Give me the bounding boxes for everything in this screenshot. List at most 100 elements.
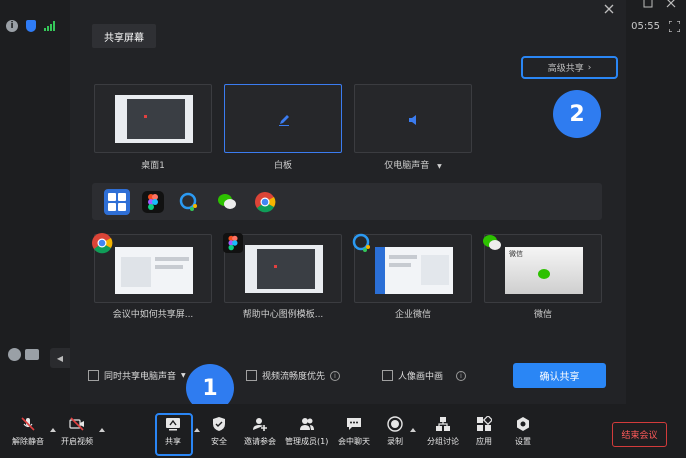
computer-audio-label: 仅电脑声音 xyxy=(384,161,430,171)
share-audio-checkbox[interactable] xyxy=(88,370,99,381)
manage-members-label: 管理成员(1) xyxy=(285,437,329,446)
share-tile-window-figma[interactable] xyxy=(223,233,342,303)
help-icon[interactable]: i xyxy=(456,370,467,381)
smooth-video-checkbox[interactable] xyxy=(246,370,257,381)
members-icon xyxy=(299,418,314,430)
share-audio-label: 同时共享电脑声音 xyxy=(104,372,177,382)
invite-button[interactable]: 邀请参会 xyxy=(244,416,276,447)
apps-button[interactable]: 应用 xyxy=(476,416,492,447)
emoji-icon[interactable] xyxy=(8,348,21,361)
share-tile-whiteboard[interactable] xyxy=(224,84,342,153)
caret-up-icon[interactable] xyxy=(50,428,56,432)
chat-label: 会中聊天 xyxy=(338,437,370,446)
caret-up-icon[interactable] xyxy=(99,428,105,432)
tile-label-window-figma: 帮助中心图例模板... xyxy=(242,310,324,320)
close-window-icon[interactable] xyxy=(666,0,676,11)
unmute-label: 解除静音 xyxy=(12,437,44,446)
option-portrait-pip[interactable]: 人像画中画 i xyxy=(382,369,467,382)
caret-up-icon[interactable] xyxy=(410,428,416,432)
chrome-window-thumbnail xyxy=(115,247,193,294)
shield-icon xyxy=(213,417,225,431)
security-button[interactable]: 安全 xyxy=(211,416,227,447)
advanced-share-button[interactable]: 高级共享 › xyxy=(521,56,618,79)
record-label: 录制 xyxy=(387,437,403,446)
shield-icon[interactable] xyxy=(26,20,36,32)
option-share-audio[interactable]: 同时共享电脑声音 ▼ xyxy=(88,369,186,382)
minimize-icon[interactable] xyxy=(643,0,653,11)
tile-label-window-chrome: 会议中如何共享屏... xyxy=(112,310,194,320)
advanced-share-label: 高级共享 xyxy=(547,64,584,74)
mic-muted-icon xyxy=(21,417,35,431)
settings-label: 设置 xyxy=(515,437,531,446)
share-button-highlight xyxy=(155,413,193,456)
tile-label-computer-audio[interactable]: 仅电脑声音 ▼ xyxy=(354,158,472,171)
collapse-panel-button[interactable]: ◀ xyxy=(50,348,70,368)
chrome-badge-icon xyxy=(92,233,113,254)
share-tile-window-wechat[interactable]: 微信 xyxy=(483,234,602,303)
caret-up-icon[interactable] xyxy=(194,428,200,432)
manage-members-button[interactable]: 管理成员(1) xyxy=(285,416,328,447)
all-apps-icon[interactable] xyxy=(104,189,130,215)
record-icon xyxy=(387,416,403,432)
unmute-button[interactable]: 解除静音 xyxy=(12,416,44,447)
share-screen-dialog: 共享屏幕 高级共享 › 桌面1 白板 仅电脑声音 ▼ 会议中如何共享屏... 帮… xyxy=(70,0,626,404)
wecom-icon[interactable] xyxy=(178,191,200,213)
desktop-thumbnail xyxy=(115,95,193,143)
tile-label-window-wechat: 微信 xyxy=(533,310,552,320)
chat-bubble-icon[interactable] xyxy=(25,349,39,360)
figma-icon[interactable] xyxy=(142,191,164,213)
share-tile-window-chrome[interactable] xyxy=(92,233,212,303)
chat-button[interactable]: 会中聊天 xyxy=(338,416,370,447)
breakout-button[interactable]: 分组讨论 xyxy=(427,416,459,447)
chrome-icon[interactable] xyxy=(254,191,276,213)
share-tile-computer-audio[interactable] xyxy=(354,84,472,153)
security-label: 安全 xyxy=(211,437,227,446)
wechat-badge-icon xyxy=(483,235,501,250)
speaker-icon xyxy=(409,115,416,125)
gear-icon xyxy=(517,417,529,431)
meeting-toolbar: 解除静音 开启视频 共享 安全 邀请参会 管理成员(1) 会中聊天 录制 分组讨… xyxy=(0,404,686,458)
tab-share-screen[interactable]: 共享屏幕 xyxy=(92,24,156,48)
share-tile-desktop[interactable] xyxy=(94,84,212,153)
pen-icon xyxy=(279,115,289,126)
option-smooth-video[interactable]: 视频流畅度优先 i xyxy=(246,369,341,382)
info-icon[interactable]: i xyxy=(6,20,18,32)
wechat-icon[interactable] xyxy=(216,191,238,213)
help-icon[interactable]: i xyxy=(330,370,341,381)
invite-label: 邀请参会 xyxy=(244,437,276,446)
side-controls xyxy=(8,348,39,361)
app-filter-bar xyxy=(92,183,602,220)
chevron-left-icon: ◀ xyxy=(56,353,64,363)
meeting-time: 05:55 xyxy=(631,21,660,32)
start-video-label: 开启视频 xyxy=(61,437,93,446)
caret-down-icon[interactable]: ▼ xyxy=(181,372,186,379)
fullscreen-icon[interactable] xyxy=(669,21,680,32)
wecom-badge-icon xyxy=(352,233,370,252)
breakout-label: 分组讨论 xyxy=(427,437,459,446)
smooth-video-label: 视频流畅度优先 xyxy=(262,372,326,382)
apps-icon xyxy=(477,416,492,431)
step-marker-2: 2 xyxy=(553,90,601,138)
tile-label-whiteboard: 白板 xyxy=(273,161,292,171)
camera-off-icon xyxy=(69,417,84,431)
start-video-button[interactable]: 开启视频 xyxy=(61,416,93,447)
portrait-pip-checkbox[interactable] xyxy=(382,370,393,381)
apps-label: 应用 xyxy=(476,437,492,446)
end-meeting-button[interactable]: 结束会议 xyxy=(612,422,667,447)
wechat-window-thumbnail: 微信 xyxy=(505,247,583,294)
wecom-window-thumbnail xyxy=(375,247,453,294)
breakout-icon xyxy=(436,417,450,431)
share-tile-window-wecom[interactable] xyxy=(352,233,472,303)
record-button[interactable]: 录制 xyxy=(387,416,403,447)
settings-button[interactable]: 设置 xyxy=(515,416,531,447)
figma-window-thumbnail xyxy=(245,245,323,293)
tile-label-desktop: 桌面1 xyxy=(141,161,165,171)
figma-badge-icon xyxy=(223,233,243,253)
tile-label-window-wecom: 企业微信 xyxy=(394,310,431,320)
close-icon[interactable] xyxy=(604,4,614,14)
status-icons: i xyxy=(6,20,55,32)
chat-icon xyxy=(347,418,361,430)
caret-down-icon: ▼ xyxy=(437,163,442,170)
confirm-share-button[interactable]: 确认共享 xyxy=(513,363,606,388)
add-user-icon xyxy=(253,418,267,431)
